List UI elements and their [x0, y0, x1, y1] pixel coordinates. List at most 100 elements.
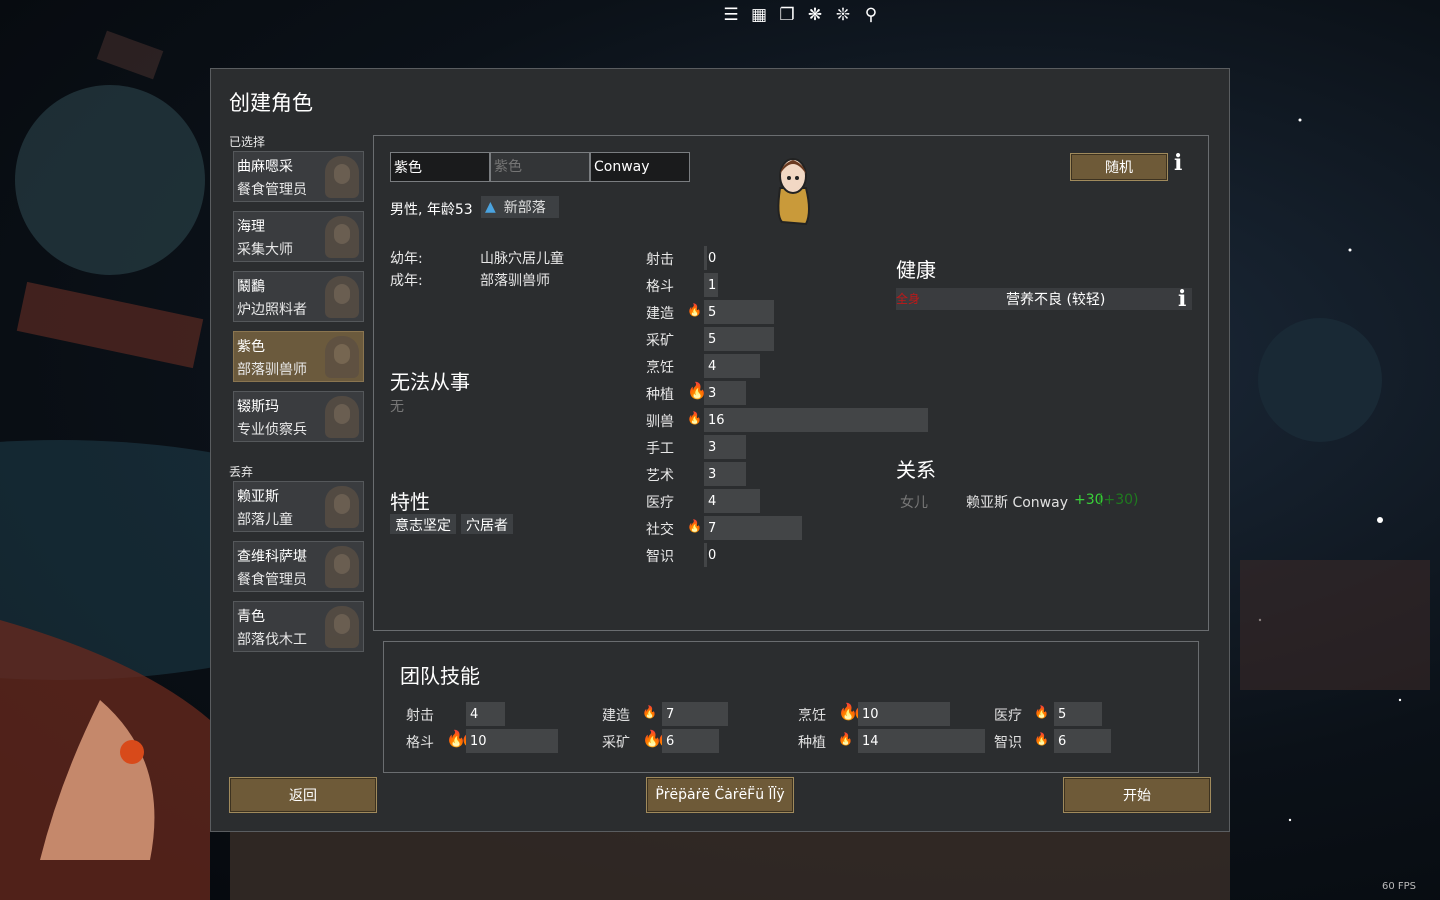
trait-tag[interactable]: 穴居者 — [461, 514, 513, 534]
team-skills-panel: 团队技能 射击 4 格斗 🔥🔥 10 建造 🔥 7 采矿 🔥🔥 6 烹饪 🔥🔥 10 种植 🔥 14 医疗 🔥 5 智识… — [383, 641, 1199, 773]
skill-name: 艺术 — [646, 468, 674, 484]
team-skill-name: 智识 — [994, 735, 1022, 751]
skill-row[interactable]: 手工 3 — [646, 435, 856, 459]
pawn-card[interactable]: 鬫鷭 炉边照料者 — [233, 271, 364, 322]
skill-row[interactable]: 烹饪 4 — [646, 354, 856, 378]
team-skills-title: 团队技能 — [400, 664, 480, 688]
notes-icon[interactable]: ☰ — [720, 4, 742, 26]
skill-row[interactable]: 智识 0 — [646, 543, 856, 567]
relation-row[interactable]: 女儿 赖亚斯 Conway +30 (+30) — [900, 492, 1138, 512]
skill-bar — [704, 516, 802, 540]
window-title: 创建角色 — [229, 91, 313, 115]
skill-value: 0 — [708, 548, 717, 563]
selected-label: 已选择 — [229, 135, 266, 149]
faction-badge[interactable]: ▲ 新部落 — [481, 196, 559, 218]
team-skill-value: 7 — [666, 707, 675, 722]
pawn-card-name: 鬫鷭 — [237, 279, 265, 295]
skill-row[interactable]: 社交 🔥 7 — [646, 516, 856, 540]
minor-passion-icon: 🔥 — [687, 303, 702, 317]
skill-name: 射击 — [646, 252, 674, 268]
skill-row[interactable]: 射击 0 — [646, 246, 856, 270]
skill-row[interactable]: 采矿 5 — [646, 327, 856, 351]
team-skill-value: 10 — [470, 734, 487, 749]
team-skill-row: 采矿 🔥🔥 6 — [602, 729, 772, 753]
pawn-card-title: 部落伐木工 — [237, 632, 307, 648]
pawn-card-title: 采集大师 — [237, 242, 293, 258]
nickname-field[interactable] — [490, 152, 590, 182]
team-skill-row: 种植 🔥 14 — [798, 729, 985, 753]
pawn-card-title: 专业侦察兵 — [237, 422, 307, 438]
table-icon[interactable]: ▦ — [748, 4, 770, 26]
first-name-field[interactable] — [390, 152, 490, 182]
pawn-card[interactable]: 青色 部落伐木工 — [233, 601, 364, 652]
team-skill-value: 5 — [1058, 707, 1067, 722]
skill-value: 3 — [708, 386, 717, 401]
pawn-info-icon[interactable]: i — [1174, 150, 1182, 176]
snowflake-icon[interactable]: ❋ — [804, 4, 826, 26]
pawn-card[interactable]: 查维科萨堪 餐食管理员 — [233, 541, 364, 592]
skill-value: 0 — [708, 251, 717, 266]
pawn-card[interactable]: 辍斯玛 专业侦察兵 — [233, 391, 364, 442]
start-button[interactable]: 开始 — [1063, 777, 1211, 813]
pawn-card[interactable]: 曲麻嗯采 餐食管理员 — [233, 151, 364, 202]
skill-name: 建造 — [646, 306, 674, 322]
fps-counter: 60 FPS — [1381, 881, 1416, 892]
skill-name: 医疗 — [646, 495, 674, 511]
pawn-card-name: 曲麻嗯采 — [237, 159, 293, 175]
team-skill-value: 6 — [666, 734, 675, 749]
skill-row[interactable]: 艺术 3 — [646, 462, 856, 486]
team-skill-row: 建造 🔥 7 — [602, 702, 772, 726]
childhood-label: 幼年: — [390, 251, 423, 267]
skill-name: 社交 — [646, 522, 674, 538]
team-skill-name: 格斗 — [406, 735, 434, 751]
pawn-card-portrait — [325, 156, 359, 198]
relation-type: 女儿 — [900, 495, 928, 511]
pawn-card-portrait — [325, 486, 359, 528]
back-button[interactable]: 返回 — [229, 777, 377, 813]
snowflake-alt-icon[interactable]: ❊ — [832, 4, 854, 26]
skill-row[interactable]: 种植 🔥🔥 3 — [646, 381, 856, 405]
faction-icon: ▲ — [485, 199, 496, 215]
skill-row[interactable]: 格斗 1 — [646, 273, 856, 297]
skill-name: 种植 — [646, 387, 674, 403]
pawn-card-portrait — [325, 276, 359, 318]
skill-name: 采矿 — [646, 333, 674, 349]
traits-heading: 特性 — [390, 490, 430, 514]
incapable-value: 无 — [390, 399, 404, 415]
pawn-card-name: 辍斯玛 — [237, 399, 279, 415]
search-icon[interactable]: ⚲ — [860, 4, 882, 26]
skill-row[interactable]: 建造 🔥 5 — [646, 300, 856, 324]
pawn-card[interactable]: 海理 采集大师 — [233, 211, 364, 262]
pawn-card-portrait — [325, 336, 359, 378]
pawn-card-name: 紫色 — [237, 339, 265, 355]
skill-value: 5 — [708, 305, 717, 320]
skill-value: 3 — [708, 440, 717, 455]
skill-row[interactable]: 医疗 4 — [646, 489, 856, 513]
health-condition: 营养不良 (较轻) — [1006, 292, 1106, 308]
skill-name: 驯兽 — [646, 414, 674, 430]
health-info-icon[interactable]: i — [1178, 286, 1186, 312]
skill-name: 烹饪 — [646, 360, 674, 376]
skill-row[interactable]: 驯兽 🔥 16 — [646, 408, 928, 432]
trait-tag[interactable]: 意志坚定 — [390, 514, 456, 534]
skill-value: 16 — [708, 413, 725, 428]
copy-icon[interactable]: ❐ — [776, 4, 798, 26]
faction-name: 新部落 — [503, 200, 546, 216]
adulthood-backstory[interactable]: 部落驯兽师 — [480, 270, 550, 290]
pawn-card[interactable]: 紫色 部落驯兽师 — [233, 331, 364, 382]
team-skill-row: 烹饪 🔥🔥 10 — [798, 702, 968, 726]
incapable-heading: 无法从事 — [390, 370, 470, 394]
health-row[interactable]: 全身 营养不良 (较轻) — [896, 288, 1192, 310]
team-skill-name: 种植 — [798, 735, 826, 751]
pawn-card[interactable]: 赖亚斯 部落儿童 — [233, 481, 364, 532]
pawn-card-portrait — [325, 396, 359, 438]
childhood-backstory[interactable]: 山脉穴居儿童 — [480, 248, 564, 268]
skill-name: 智识 — [646, 549, 674, 565]
last-name-field[interactable] — [590, 152, 690, 182]
randomize-button[interactable]: 随机 — [1070, 153, 1168, 181]
prepare-carefully-button[interactable]: P̈ṙëp̈ȧṙë C̈ȧṙëF̈ü l̈l̈ÿ — [646, 777, 794, 813]
health-part: 全身 — [896, 292, 921, 306]
discarded-label: 丢弃 — [229, 465, 254, 479]
pawn-card-name: 青色 — [237, 609, 265, 625]
pawn-portrait — [777, 158, 810, 226]
